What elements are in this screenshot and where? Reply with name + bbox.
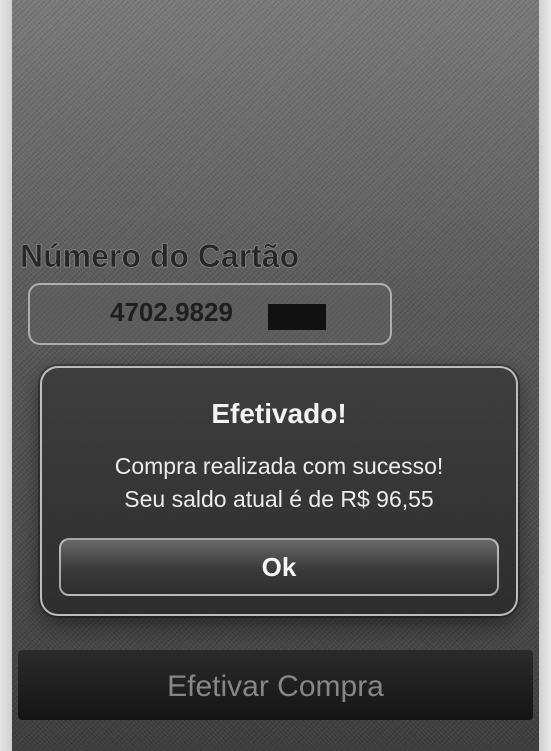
photo-edge-right	[539, 0, 551, 751]
purchase-button[interactable]: Efetivar Compra	[18, 650, 533, 720]
alert-title: Efetivado!	[211, 398, 347, 429]
card-number-value: 4702.9829	[110, 297, 233, 327]
ok-button[interactable]: Ok	[59, 538, 499, 596]
purchase-button-label: Efetivar Compra	[167, 670, 384, 703]
alert-message-line: Compra realizada com sucesso!	[114, 453, 444, 479]
success-alert-dialog: Efetivado! Compra realizada com sucesso!…	[40, 366, 518, 616]
app-screen: Número do Cartão 4702.9829 Efetivar Comp…	[0, 0, 551, 751]
card-number-redaction	[268, 304, 326, 330]
photo-edge-left	[0, 0, 12, 751]
alert-message-line: Seu saldo atual é de R$ 96,55	[124, 486, 434, 512]
alert-message: Compra realizada com sucesso! Seu saldo …	[42, 450, 516, 516]
card-number-label: Número do Cartão	[20, 238, 300, 275]
